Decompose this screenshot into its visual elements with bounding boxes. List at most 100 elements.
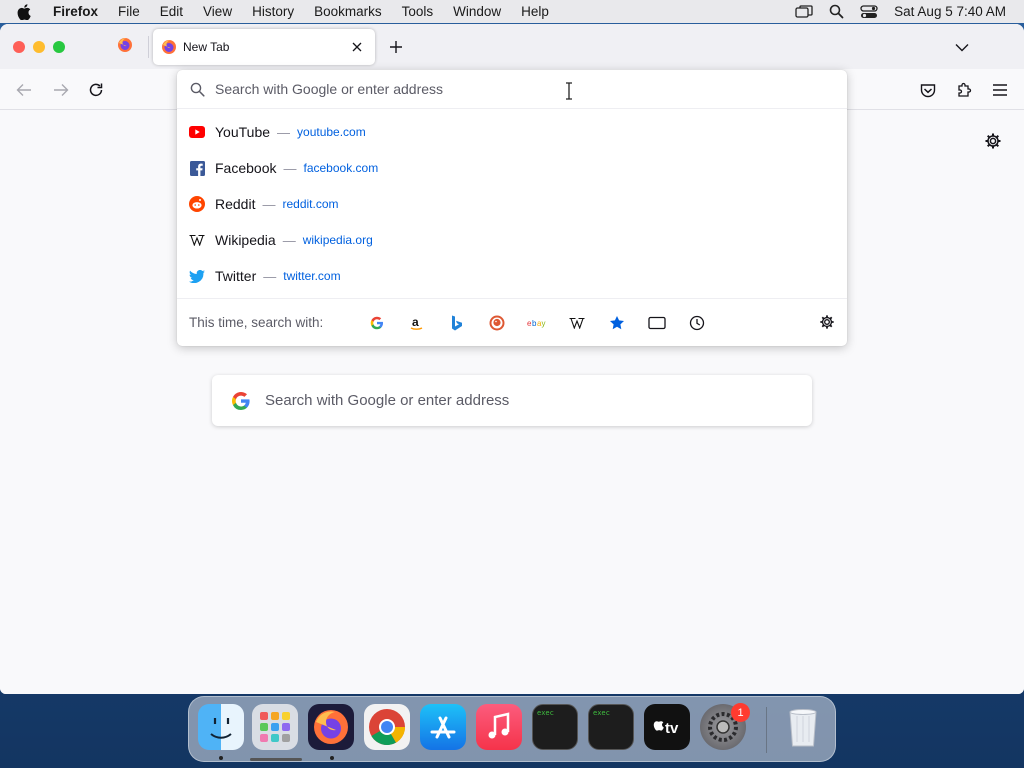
separator-dash: — <box>277 124 291 140</box>
control-center-icon[interactable] <box>860 4 878 19</box>
page-settings-gear-icon[interactable] <box>983 131 1003 151</box>
duckduckgo-icon[interactable] <box>477 308 517 338</box>
svg-text:a: a <box>412 315 419 329</box>
bookmarks-star-icon[interactable] <box>597 308 637 338</box>
reddit-icon <box>189 196 205 212</box>
suggestion-reddit[interactable]: Reddit — reddit.com <box>177 186 847 222</box>
text-cursor-icon <box>566 82 572 100</box>
separator-dash: — <box>282 232 296 248</box>
separator-dash: — <box>262 196 276 212</box>
music-icon[interactable] <box>476 704 522 750</box>
suggestion-name: Reddit <box>215 196 256 212</box>
suggestion-url: facebook.com <box>303 161 379 175</box>
menu-tools[interactable]: Tools <box>402 4 434 19</box>
menu-edit[interactable]: Edit <box>160 4 183 19</box>
close-window-button[interactable] <box>13 41 25 53</box>
suggestion-name: Wikipedia <box>215 232 276 248</box>
google-icon <box>231 391 251 411</box>
menu-app-name[interactable]: Firefox <box>53 4 98 19</box>
wikipedia-icon[interactable] <box>557 308 597 338</box>
amazon-icon[interactable]: a <box>397 308 437 338</box>
page-search-box[interactable]: Search with Google or enter address <box>212 375 812 426</box>
suggestion-facebook[interactable]: Facebook — facebook.com <box>177 150 847 186</box>
urlbar-input[interactable] <box>215 76 847 102</box>
chrome-icon[interactable] <box>364 704 410 750</box>
suggestion-name: Facebook <box>215 160 277 176</box>
terminal-exec-icon[interactable]: exec <box>588 704 634 750</box>
settings-notification-badge: 1 <box>731 703 750 722</box>
minimize-window-button[interactable] <box>33 41 45 53</box>
page-search-placeholder: Search with Google or enter address <box>265 392 510 409</box>
menu-view[interactable]: View <box>203 4 232 19</box>
firefox-icon <box>117 37 133 58</box>
history-clock-icon[interactable] <box>677 308 717 338</box>
wikipedia-icon <box>189 232 205 248</box>
close-tab-icon[interactable] <box>349 39 365 55</box>
launchpad-icon[interactable] <box>252 704 298 750</box>
youtube-icon <box>189 124 205 140</box>
forward-arrow-icon[interactable] <box>51 80 71 100</box>
suggestion-url: twitter.com <box>283 269 341 283</box>
suggestion-url: wikipedia.org <box>302 233 373 247</box>
running-indicator <box>330 756 334 760</box>
google-icon[interactable] <box>357 308 397 338</box>
suggestion-twitter[interactable]: Twitter — twitter.com <box>177 258 847 294</box>
urlbar-input-row <box>177 70 847 109</box>
tabs-icon[interactable] <box>637 308 677 338</box>
suggestion-url: youtube.com <box>297 125 366 139</box>
apple-menu-icon[interactable] <box>17 3 39 20</box>
exec-label: exec <box>537 709 554 717</box>
urlbar-dropdown: YouTube — youtube.com Facebook — faceboo… <box>177 70 847 346</box>
menu-window[interactable]: Window <box>453 4 501 19</box>
new-tab-button[interactable] <box>386 37 406 57</box>
back-arrow-icon[interactable] <box>14 80 34 100</box>
separator-dash: — <box>263 268 277 284</box>
firefox-icon[interactable] <box>308 704 354 750</box>
tab-title: New Tab <box>183 40 230 54</box>
menu-history[interactable]: History <box>252 4 294 19</box>
exec-label: exec <box>593 709 610 717</box>
zoom-window-button[interactable] <box>53 41 65 53</box>
apple-tv-icon[interactable]: tv <box>644 704 690 750</box>
menubar-clock[interactable]: Sat Aug 5 7:40 AM <box>894 4 1006 19</box>
suggestion-wikipedia[interactable]: Wikipedia — wikipedia.org <box>177 222 847 258</box>
tab-new-tab[interactable]: New Tab <box>153 29 375 65</box>
search-settings-gear-icon[interactable] <box>818 313 836 331</box>
suggestion-youtube[interactable]: YouTube — youtube.com <box>177 114 847 150</box>
facebook-icon <box>189 160 205 176</box>
bing-icon[interactable] <box>437 308 477 338</box>
menu-bookmarks[interactable]: Bookmarks <box>314 4 382 19</box>
dock: exec exec tv 1 <box>188 696 836 762</box>
hamburger-menu-icon[interactable] <box>990 80 1010 100</box>
app-store-icon[interactable] <box>420 704 466 750</box>
terminal-exec-icon[interactable]: exec <box>532 704 578 750</box>
search-with-label: This time, search with: <box>189 315 324 330</box>
firefox-icon <box>161 39 177 55</box>
tab-separator <box>148 36 149 58</box>
suggestion-list: YouTube — youtube.com Facebook — faceboo… <box>177 114 847 294</box>
tab-strip: New Tab <box>0 24 1024 69</box>
menu-help[interactable]: Help <box>521 4 549 19</box>
menu-file[interactable]: File <box>118 4 140 19</box>
menu-bar: Firefox File Edit View History Bookmarks… <box>0 0 1024 23</box>
suggestion-name: YouTube <box>215 124 271 140</box>
one-off-search-row: This time, search with: a ebay <box>177 298 847 346</box>
pinned-firefox-tab[interactable] <box>110 36 140 58</box>
trash-icon[interactable] <box>780 704 826 750</box>
running-indicator <box>219 756 223 760</box>
pocket-icon[interactable] <box>918 80 938 100</box>
list-all-tabs-chevron-down-icon[interactable] <box>952 37 972 57</box>
screen-mirroring-icon[interactable] <box>795 4 813 19</box>
separator-dash: — <box>283 160 297 176</box>
reload-icon[interactable] <box>86 80 106 100</box>
ebay-icon[interactable]: ebay <box>517 308 557 338</box>
spotlight-search-icon[interactable] <box>829 4 844 19</box>
dock-separator <box>766 707 767 753</box>
suggestion-name: Twitter <box>215 268 257 284</box>
dock-hover-indicator <box>250 758 302 761</box>
extensions-puzzle-icon[interactable] <box>954 80 974 100</box>
finder-icon[interactable] <box>198 704 244 750</box>
twitter-icon <box>189 268 205 284</box>
search-icon <box>190 81 206 97</box>
suggestion-url: reddit.com <box>282 197 339 211</box>
